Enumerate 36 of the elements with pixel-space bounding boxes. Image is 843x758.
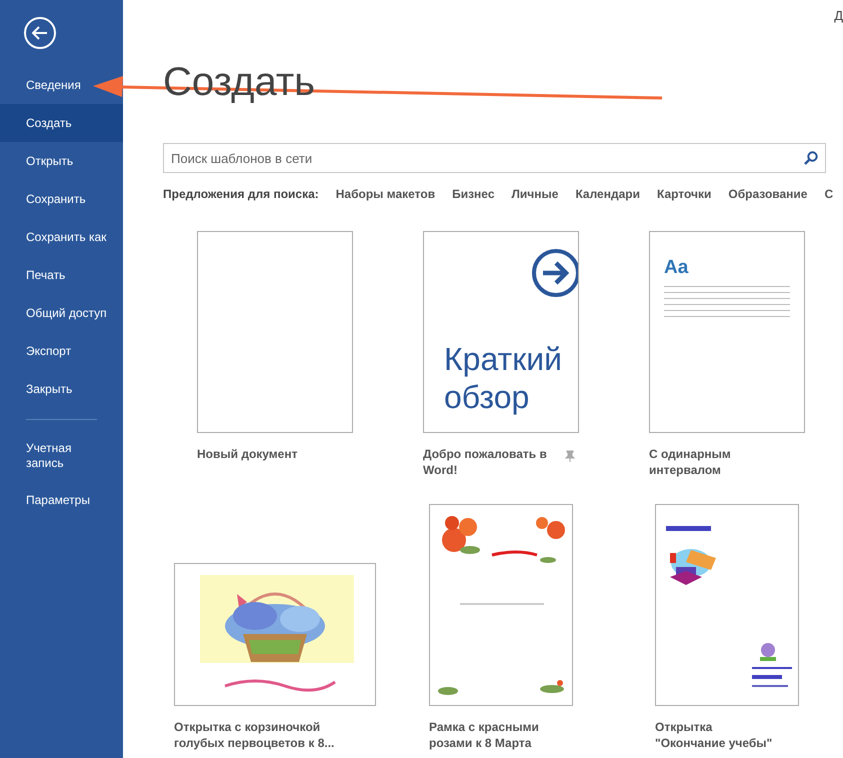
preview-text: Краткий обзор (444, 340, 563, 416)
suggestion-link[interactable]: Личные (512, 185, 558, 203)
sidebar-item[interactable]: Сохранить как (0, 218, 123, 256)
suggestion-link[interactable]: Наборы макетов (336, 185, 436, 203)
sidebar-item[interactable]: Создать (0, 104, 123, 142)
pin-icon[interactable] (565, 450, 575, 462)
suggestion-link[interactable]: Образование (728, 185, 808, 203)
template-title: С одинарным интервалом (649, 446, 732, 478)
suggestion-link[interactable]: Календари (575, 185, 640, 203)
back-arrow-icon (32, 26, 48, 40)
suggestion-link[interactable]: Бизнес (452, 185, 494, 203)
sidebar-item[interactable]: Печать (0, 256, 123, 294)
preview-text: Aa (664, 256, 688, 280)
template-title: Рамка с красными розами к 8 Марта (429, 719, 540, 751)
sidebar-item[interactable]: Закрыть (0, 370, 123, 408)
template-title: Открытка "Окончание учебы" (655, 719, 774, 751)
sidebar-item[interactable]: Экспорт (0, 332, 123, 370)
template-thumbnail[interactable] (197, 231, 353, 433)
account-name[interactable]: Д (834, 6, 843, 26)
template-title: Добро пожаловать в Word! (423, 446, 548, 478)
sidebar-item[interactable]: Сведения (0, 66, 123, 104)
template-title: Новый документ (197, 446, 298, 462)
sidebar-item[interactable]: Открыть (0, 142, 123, 180)
sidebar-item[interactable]: Параметры (0, 481, 100, 519)
suggestion-link[interactable]: Карточки (656, 185, 712, 203)
suggestion-link[interactable]: С (824, 185, 834, 203)
suggestions-label: Предложения для поиска: (163, 186, 319, 203)
back-button[interactable] (24, 17, 56, 49)
template-title: Открытка с корзиночкой голубых первоцветов к 8... (174, 719, 336, 751)
search-field[interactable]: Поиск шаблонов в сети (163, 143, 826, 173)
sidebar-item[interactable]: Сохранить (0, 180, 123, 218)
template-thumbnail[interactable]: Краткий обзор (423, 231, 579, 433)
sidebar-item[interactable]: Учетная запись (0, 431, 100, 481)
sidebar-item[interactable]: Общий доступ (0, 294, 123, 332)
template-thumbnail[interactable]: Aa (649, 231, 805, 433)
search-icon[interactable] (804, 151, 818, 165)
